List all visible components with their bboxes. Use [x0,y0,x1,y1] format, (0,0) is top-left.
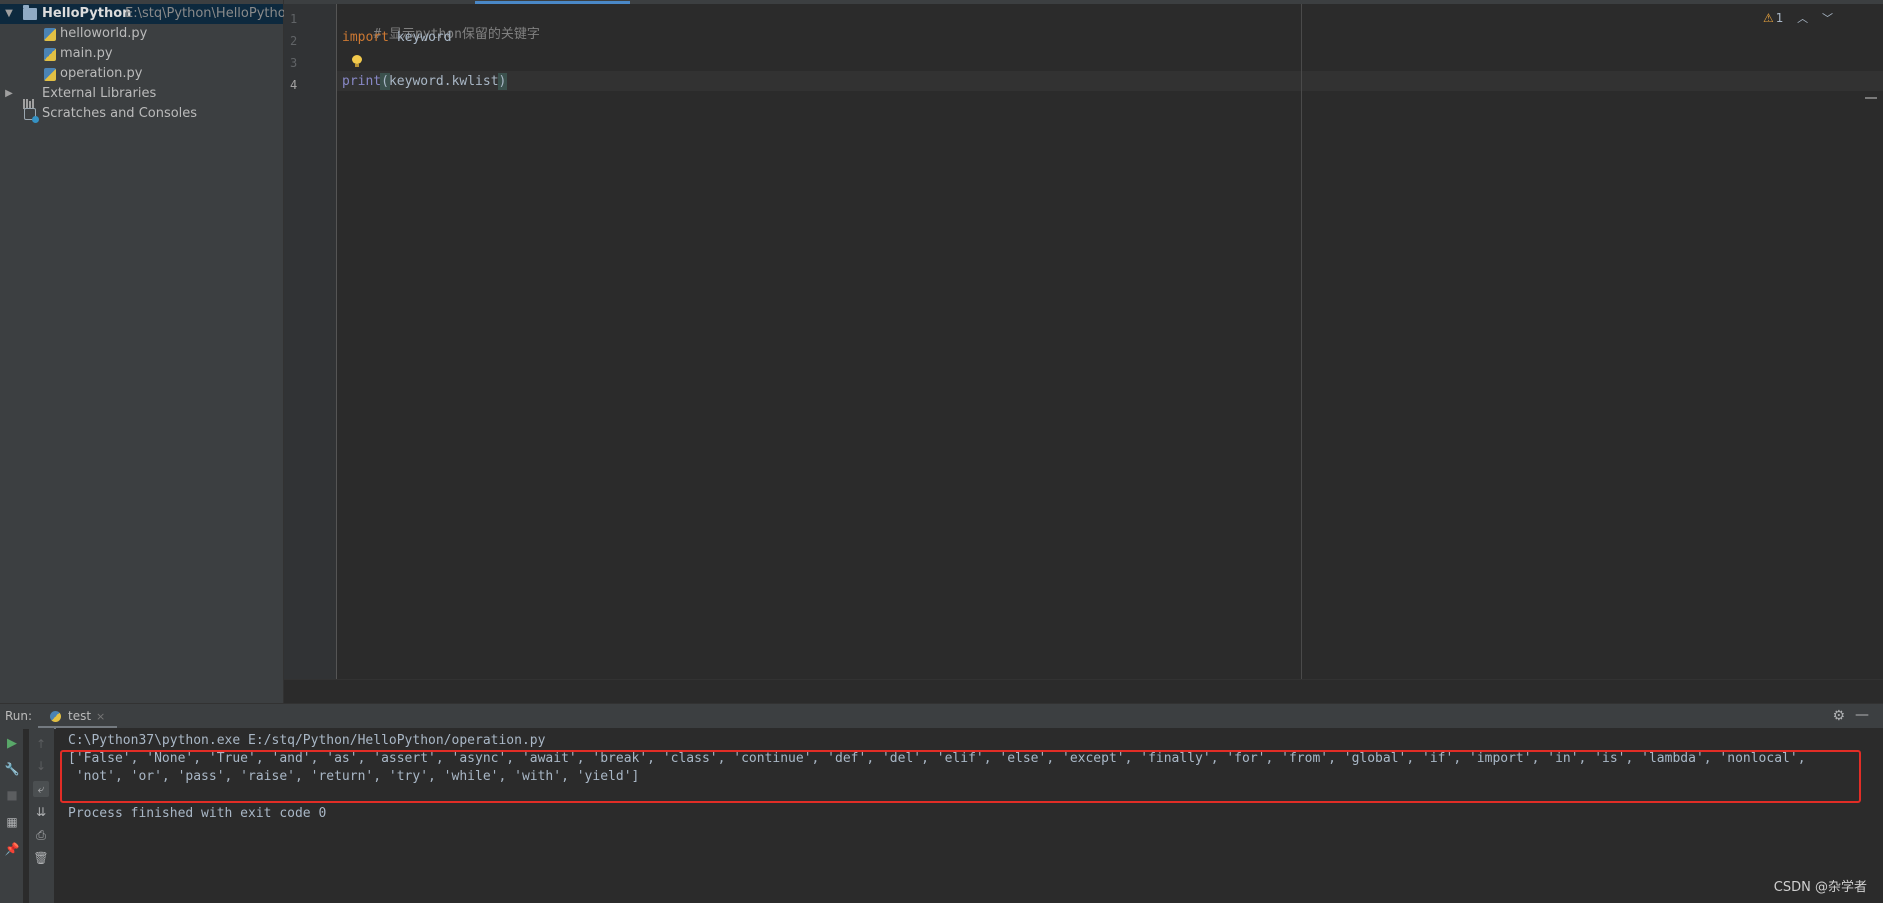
inspection-widget[interactable]: ⚠ 1 ︿ ﹀ [1763,9,1833,27]
editor-tab-strip [284,0,1883,4]
file-name: helloworld.py [60,26,148,41]
python-file-icon [44,48,56,61]
python-file-icon [44,68,56,81]
gutter-separator [336,4,337,679]
tree-item-scratches[interactable]: Scratches and Consoles [0,104,283,124]
watermark-text: CSDN @杂学者 [1773,880,1867,895]
paren-token: ) [497,73,508,90]
code-line-4[interactable]: print(keyword.kwlist) [342,73,508,90]
run-toolbar-secondary: ↑ ↓ ⤶ ⇊ ⎙ 🗑 [29,728,54,903]
file-name: operation.py [60,66,143,81]
wrench-icon[interactable]: 🔧 [4,761,20,777]
chevron-down-icon[interactable]: ﹀ [1822,12,1833,25]
builtin-token: print [342,74,382,89]
code-editor[interactable]: 1 2 3 4 # 显示python保留的关键字 import keyword … [284,0,1883,704]
print-icon[interactable]: ⎙ [33,827,49,843]
pin-icon[interactable]: 📌 [4,841,20,857]
console-exit-line: Process finished with exit code 0 [68,806,327,821]
run-tab-test[interactable]: test × [38,704,117,729]
scratches-icon [24,108,39,123]
warning-count: 1 [1775,11,1784,25]
chevron-up-icon[interactable]: ︿ [1797,12,1808,25]
right-margin-guide [1301,4,1302,679]
keyword-token: import [342,30,389,45]
editor-breadcrumb-bar [284,679,1883,704]
minimize-icon[interactable]: — [1855,707,1869,723]
tree-item-file[interactable]: operation.py [0,64,283,84]
python-file-icon [44,28,56,41]
project-root-path: E:\stq\Python\HelloPython [125,6,294,21]
tree-item-file[interactable]: main.py [0,44,283,64]
run-toolbar-primary: ▶ 🔧 ■ ▦ 📌 [0,728,23,903]
paren-token: ( [380,73,390,90]
identifier-token: keyword [388,30,452,45]
annotation-highlight-box [60,750,1861,803]
gear-icon[interactable]: ⚙ [1832,708,1845,724]
line-number-gutter[interactable]: 1 2 3 4 [284,4,336,679]
line-number: 2 [290,34,298,48]
library-icon [23,89,37,109]
tree-item-file[interactable]: helloworld.py [0,24,283,44]
chevron-right-icon[interactable]: ▶ [4,84,14,104]
python-icon [50,711,61,722]
run-label: Run: [5,709,33,723]
arrow-down-icon[interactable]: ↓ [33,758,49,774]
run-tool-window-header: Run: test × ⚙ — [0,703,1883,729]
chevron-down-icon[interactable]: ▼ [4,4,14,24]
line-number: 3 [290,56,298,70]
stop-icon[interactable]: ■ [4,787,20,803]
file-name: main.py [60,46,113,61]
console-command-line: C:\Python37\python.exe E:/stq/Python/Hel… [68,733,546,748]
project-tool-window: ▼ HelloPython E:\stq\Python\HelloPython … [0,0,294,703]
active-tab-indicator [475,1,630,4]
line-number: 1 [290,12,298,26]
external-libraries-label: External Libraries [42,86,157,101]
scroll-to-end-icon[interactable]: ⇊ [33,804,49,820]
layout-icon[interactable]: ▦ [4,814,20,830]
folder-icon [23,5,37,20]
rerun-icon[interactable]: ▶ [4,736,20,752]
identifier-token: keyword.kwlist [388,74,499,89]
tree-item-root[interactable]: ▼ HelloPython E:\stq\Python\HelloPython [0,4,294,24]
code-line-2[interactable]: import keyword [342,30,452,45]
lightbulb-icon[interactable] [352,55,362,67]
current-line-highlight [337,71,1883,91]
trash-icon[interactable]: 🗑 [33,850,49,866]
soft-wrap-icon[interactable]: ⤶ [33,781,49,797]
tree-item-external-libraries[interactable]: ▶ External Libraries [0,84,283,109]
project-root-name: HelloPython [42,6,132,21]
scratches-label: Scratches and Consoles [42,106,198,121]
arrow-up-icon[interactable]: ↑ [33,736,49,752]
warning-icon: ⚠ [1762,11,1774,25]
line-number: 4 [290,78,298,92]
scrollbar-marker[interactable] [1865,97,1877,99]
